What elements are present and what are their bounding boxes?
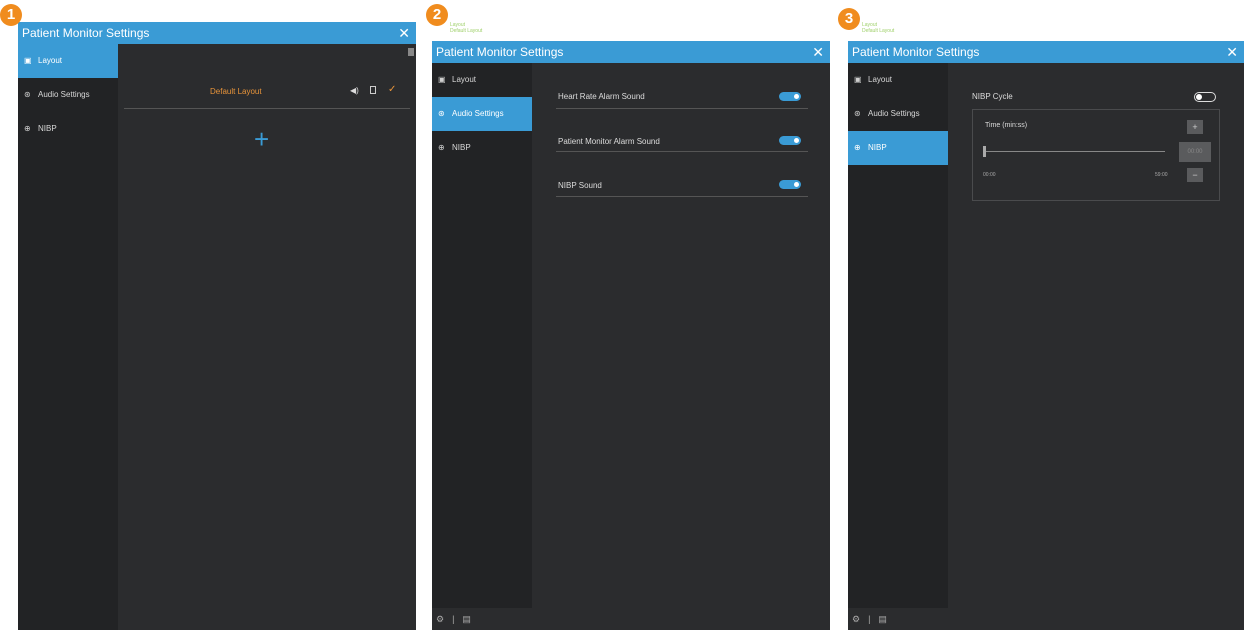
audio-settings-content: Heart Rate Alarm Sound Patient Monitor A… (532, 63, 830, 608)
window-title: Patient Monitor Settings (436, 45, 564, 59)
status-bar: ⚙ | ▤ (432, 608, 830, 630)
check-icon[interactable]: ✓ (388, 84, 396, 95)
layout-menu-icon[interactable] (408, 48, 414, 56)
window-titlebar: Patient Monitor Settings ✕ (18, 22, 416, 44)
nibp-icon: ⊕ (854, 143, 861, 152)
divider (556, 108, 808, 109)
step-badge-2: 2 (426, 4, 448, 26)
time-box: Time (min:ss) + 00:00 00:00 59:00 − (972, 109, 1220, 201)
settings-status-icon[interactable]: ⚙ (436, 614, 444, 624)
nibp-cycle-label: NIBP Cycle (972, 92, 1013, 101)
sidebar-item-label: Layout (38, 56, 63, 65)
divider (124, 108, 410, 109)
layout-name[interactable]: Default Layout (210, 87, 262, 96)
layout-icon: ▣ (438, 75, 446, 84)
setting-label: Heart Rate Alarm Sound (558, 92, 645, 101)
sidebar-item-nibp[interactable]: ⊕ NIBP (18, 112, 118, 146)
window-title: Patient Monitor Settings (22, 26, 150, 40)
setting-label: Patient Monitor Alarm Sound (558, 137, 660, 146)
delete-icon[interactable] (370, 86, 376, 94)
sidebar-item-layout[interactable]: ▣ Layout (18, 44, 118, 78)
breadcrumb-note: Layout Default Layout (862, 22, 894, 34)
layout-icon: ▣ (854, 75, 862, 84)
nibp-cycle-toggle[interactable] (1194, 92, 1216, 102)
slider-min-label: 00:00 (983, 172, 996, 178)
sidebar-item-label: NIBP (868, 143, 887, 152)
sidebar-item-label: Audio Settings (452, 109, 504, 118)
close-icon[interactable]: ✕ (1226, 41, 1238, 63)
speaker-icon[interactable]: ◀) (350, 86, 359, 95)
increment-button[interactable]: + (1187, 120, 1203, 134)
heart-rate-alarm-toggle[interactable] (779, 92, 801, 101)
nibp-sound-toggle[interactable] (779, 180, 801, 189)
nibp-icon: ⊕ (438, 143, 445, 152)
window-titlebar: Patient Monitor Settings ✕ (848, 41, 1244, 63)
status-bar: ⚙ | ▤ (848, 608, 1244, 630)
breadcrumb-note: Layout Default Layout (450, 22, 482, 34)
sidebar-item-layout[interactable]: ▣ Layout (848, 63, 948, 97)
time-slider-handle[interactable] (983, 146, 986, 157)
panel-audio-settings: 2 Layout Default Layout Patient Monitor … (426, 0, 830, 630)
step-badge-3: 3 (838, 8, 860, 30)
time-slider-track[interactable] (985, 151, 1165, 152)
note-line: Default Layout (862, 28, 895, 34)
separator: | (452, 614, 455, 624)
layout-icon: ▣ (24, 56, 32, 65)
panel-layout-settings: 1 Patient Monitor Settings ✕ ▣ Layout ⊛ Au… (0, 0, 416, 630)
window-titlebar: Patient Monitor Settings ✕ (432, 41, 830, 63)
step-badge-1: 1 (0, 4, 22, 26)
sidebar-item-audio-settings[interactable]: ⊛ Audio Settings (432, 97, 532, 131)
current-value-display: 00:00 (1179, 142, 1211, 162)
decrement-button[interactable]: − (1187, 168, 1203, 182)
note-line: Default Layout (450, 28, 483, 34)
patient-monitor-alarm-toggle[interactable] (779, 136, 801, 145)
audio-settings-icon: ⊛ (24, 90, 31, 99)
audio-settings-icon: ⊛ (438, 109, 445, 118)
divider (556, 196, 808, 197)
layout-content: Default Layout ◀) ✓ + (118, 44, 416, 630)
sidebar: ▣ Layout ⊛ Audio Settings ⊕ NIBP (432, 63, 532, 608)
divider (556, 151, 808, 152)
window-title: Patient Monitor Settings (852, 45, 980, 59)
sidebar-item-label: NIBP (452, 143, 471, 152)
close-icon[interactable]: ✕ (398, 22, 410, 44)
print-icon[interactable]: ▤ (462, 614, 471, 624)
settings-status-icon[interactable]: ⚙ (852, 614, 860, 624)
time-label: Time (min:ss) (985, 122, 1028, 129)
nibp-icon: ⊕ (24, 124, 31, 133)
close-icon[interactable]: ✕ (812, 41, 824, 63)
nibp-content: NIBP Cycle Time (min:ss) + 00:00 00:00 5… (948, 63, 1244, 608)
print-icon[interactable]: ▤ (878, 614, 887, 624)
audio-settings-icon: ⊛ (854, 109, 861, 118)
sidebar: ▣ Layout ⊛ Audio Settings ⊕ NIBP (18, 44, 118, 630)
sidebar-item-label: Layout (452, 75, 477, 84)
sidebar-item-audio-settings[interactable]: ⊛ Audio Settings (848, 97, 948, 131)
sidebar-item-label: Audio Settings (868, 109, 920, 118)
sidebar-item-audio-settings[interactable]: ⊛ Audio Settings (18, 78, 118, 112)
add-layout-button[interactable]: + (254, 126, 269, 152)
separator: | (868, 614, 871, 624)
panel-nibp-settings: 3 Layout Default Layout Patient Monitor … (838, 0, 1244, 630)
sidebar-item-layout[interactable]: ▣ Layout (432, 63, 532, 97)
sidebar-item-nibp[interactable]: ⊕ NIBP (432, 131, 532, 165)
sidebar-item-label: Layout (868, 75, 893, 84)
slider-max-label: 59:00 (1155, 172, 1168, 178)
sidebar-item-label: Audio Settings (38, 90, 90, 99)
sidebar: ▣ Layout ⊛ Audio Settings ⊕ NIBP (848, 63, 948, 608)
sidebar-item-nibp[interactable]: ⊕ NIBP (848, 131, 948, 165)
sidebar-item-label: NIBP (38, 124, 57, 133)
setting-label: NIBP Sound (558, 181, 602, 190)
